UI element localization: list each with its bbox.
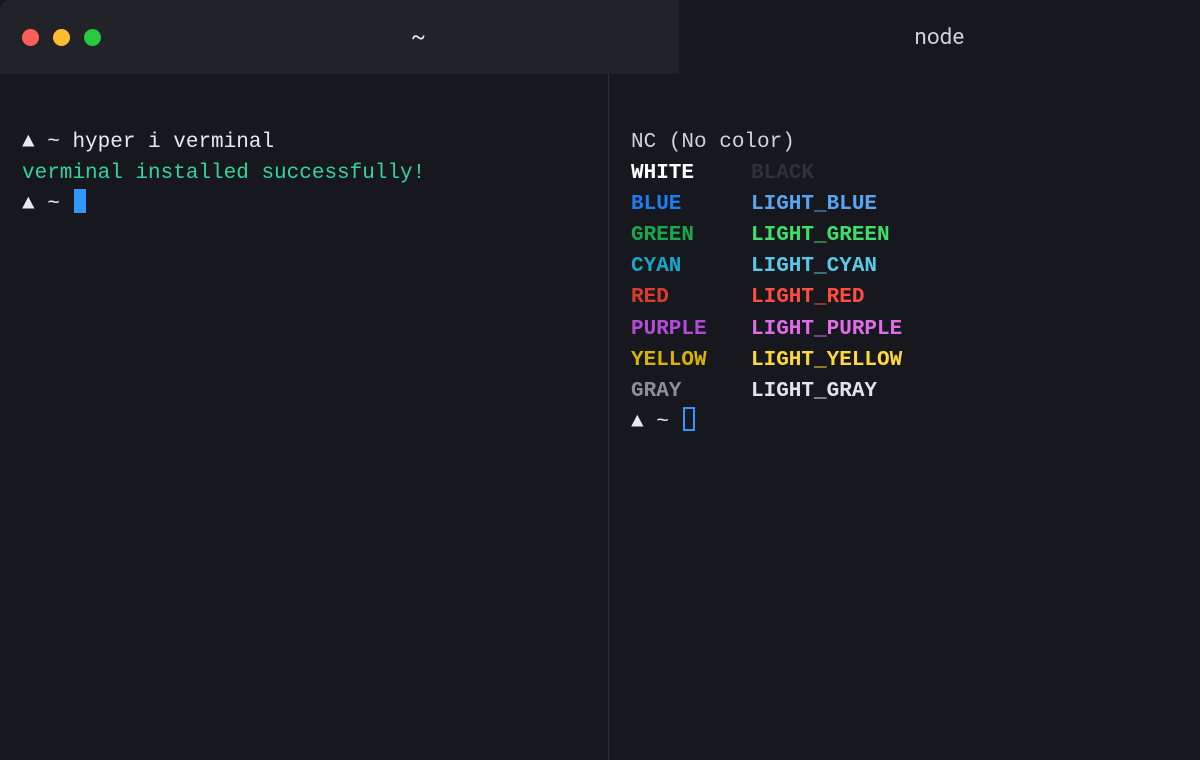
color-name: RED [631,282,751,313]
color-name: YELLOW [631,345,751,376]
color-name: GREEN [631,220,751,251]
color-name: LIGHT_CYAN [751,251,877,282]
color-row: REDLIGHT_RED [631,282,1178,313]
success-message: verminal installed successfully! [22,162,425,185]
prompt-glyph: ▲ ~ [22,131,72,154]
color-name: LIGHT_PURPLE [751,314,902,345]
minimize-icon[interactable] [53,29,70,46]
prompt-glyph: ▲ ~ [22,193,72,216]
tab-right[interactable]: node [679,0,1200,74]
tab-left[interactable]: ~ [158,0,679,74]
cursor-icon [74,189,86,213]
color-table: WHITEBLACKBLUELIGHT_BLUEGREENLIGHT_GREEN… [631,158,1178,407]
color-row: BLUELIGHT_BLUE [631,189,1178,220]
zoom-icon[interactable] [84,29,101,46]
command-text: hyper i verminal [72,131,274,154]
cursor-icon [683,407,695,431]
color-name: LIGHT_BLUE [751,189,877,220]
color-row: YELLOWLIGHT_YELLOW [631,345,1178,376]
terminal-pane-left[interactable]: ▲ ~ hyper i verminal verminal installed … [0,74,608,760]
color-row: CYANLIGHT_CYAN [631,251,1178,282]
color-row: WHITEBLACK [631,158,1178,189]
window-controls [0,0,158,74]
terminal-pane-right[interactable]: NC (No color) WHITEBLACKBLUELIGHT_BLUEGR… [609,74,1200,760]
color-row: GREENLIGHT_GREEN [631,220,1178,251]
color-name: LIGHT_RED [751,282,864,313]
color-name: LIGHT_GRAY [751,376,877,407]
close-icon[interactable] [22,29,39,46]
color-row: PURPLELIGHT_PURPLE [631,314,1178,345]
titlebar: ~ node [0,0,1200,74]
tab-bar: ~ node [158,0,1200,74]
color-name: GRAY [631,376,751,407]
color-row: GRAYLIGHT_GRAY [631,376,1178,407]
nc-header: NC (No color) [631,131,795,154]
tab-right-label: node [915,25,965,50]
split-panes: ▲ ~ hyper i verminal verminal installed … [0,74,1200,760]
color-name: BLUE [631,189,751,220]
prompt-glyph: ▲ ~ [631,411,681,434]
color-name: PURPLE [631,314,751,345]
color-name: BLACK [751,158,814,189]
color-name: LIGHT_GREEN [751,220,890,251]
color-name: WHITE [631,158,751,189]
color-name: CYAN [631,251,751,282]
tab-left-label: ~ [411,25,426,50]
color-name: LIGHT_YELLOW [751,345,902,376]
